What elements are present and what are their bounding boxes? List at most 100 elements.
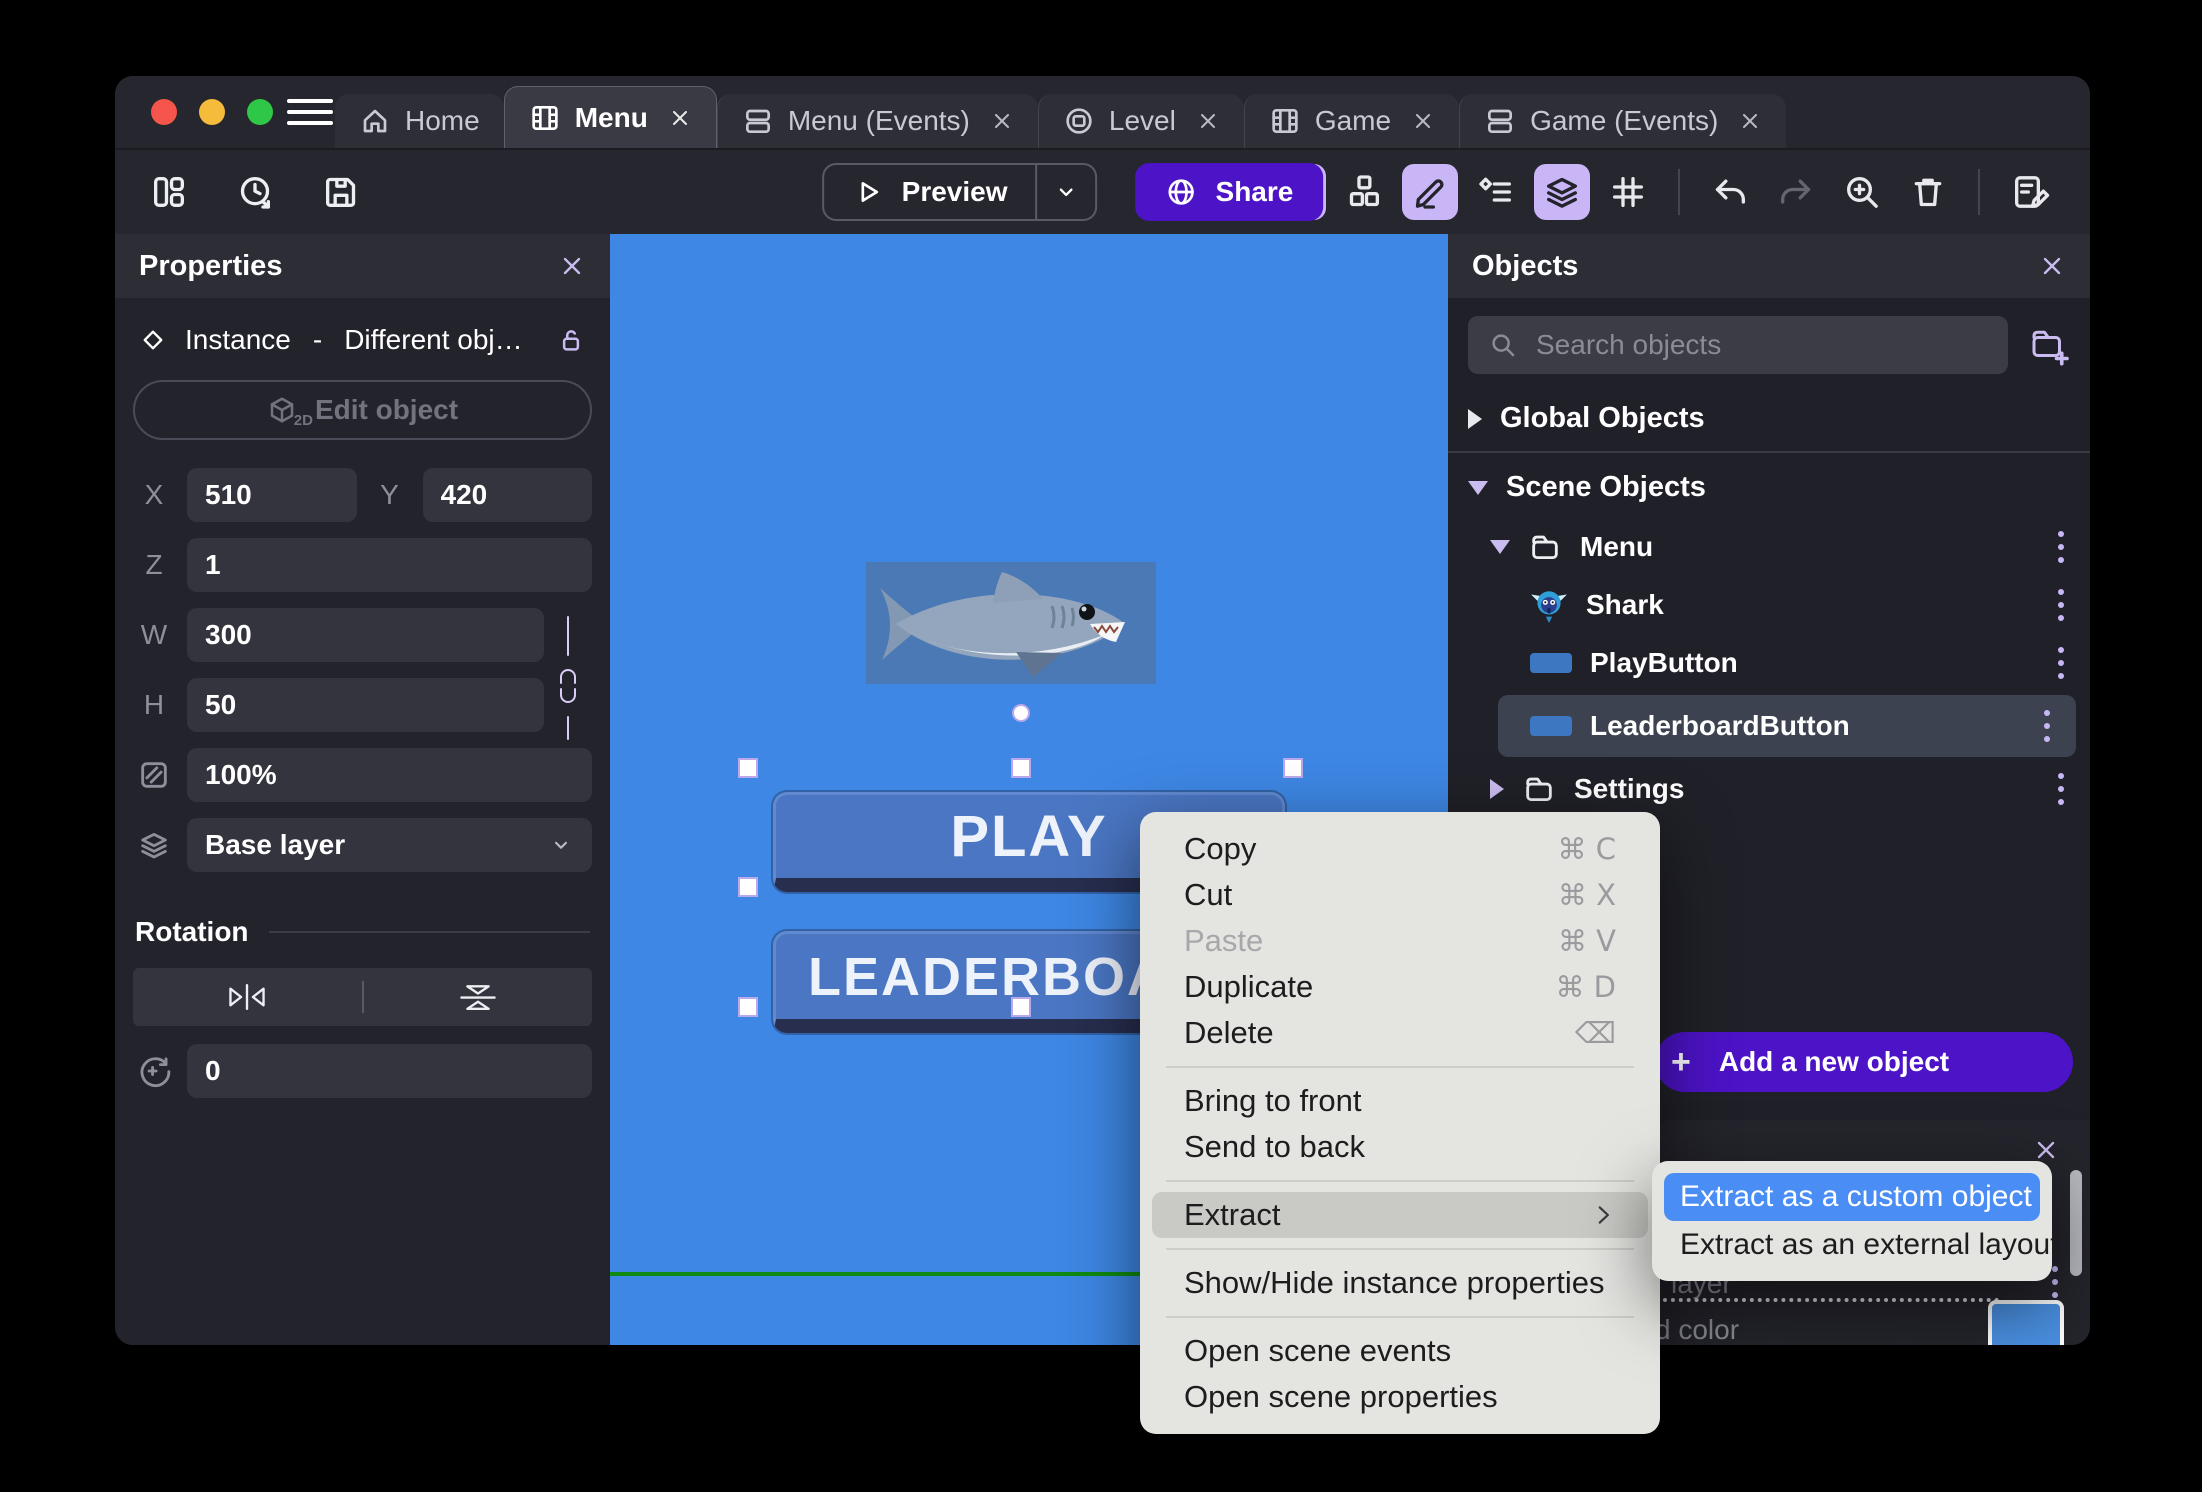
x-field[interactable] bbox=[187, 468, 357, 522]
panels-layout-button[interactable] bbox=[147, 170, 191, 214]
layers-panel-button[interactable] bbox=[1534, 164, 1590, 220]
maximize-window-button[interactable] bbox=[247, 99, 273, 125]
grid-button[interactable] bbox=[1600, 164, 1656, 220]
tab-menu-events[interactable]: Menu (Events) bbox=[716, 94, 1038, 148]
tree-folder-settings[interactable]: Settings bbox=[1448, 760, 2090, 818]
z-field[interactable] bbox=[187, 538, 592, 592]
opacity-field[interactable] bbox=[187, 748, 592, 802]
item-options-icon[interactable] bbox=[2052, 641, 2070, 685]
background-color-swatch[interactable] bbox=[1988, 1300, 2064, 1345]
y-field[interactable] bbox=[422, 468, 592, 522]
y-label: Y bbox=[380, 479, 399, 510]
instances-list-button[interactable] bbox=[1468, 164, 1524, 220]
context-menu-item-delete[interactable]: Delete ⌫ bbox=[1140, 1010, 1660, 1056]
menu-item-label: Cut bbox=[1184, 877, 1233, 912]
context-menu-item-send-to-back[interactable]: Send to back bbox=[1140, 1124, 1660, 1170]
scene-objects-section[interactable]: Scene Objects bbox=[1448, 457, 2090, 518]
tab-level[interactable]: Level bbox=[1037, 94, 1244, 148]
edit-mode-button[interactable] bbox=[1402, 164, 1458, 220]
rotation-field[interactable] bbox=[187, 1044, 592, 1098]
scene-properties-button[interactable] bbox=[2002, 164, 2058, 220]
add-new-object-button[interactable]: + Add a new object bbox=[1655, 1032, 2073, 1092]
item-options-icon[interactable] bbox=[2052, 525, 2070, 569]
item-options-icon[interactable] bbox=[2038, 704, 2056, 748]
tab-label: Menu bbox=[574, 101, 648, 133]
menu-item-label: Paste bbox=[1184, 923, 1264, 958]
close-window-button[interactable] bbox=[151, 99, 177, 125]
main-menu-icon[interactable] bbox=[287, 99, 333, 125]
context-menu-item-open-scene-properties[interactable]: Open scene properties bbox=[1140, 1374, 1660, 1420]
height-field[interactable] bbox=[187, 678, 544, 732]
layer-select[interactable]: Base layer bbox=[187, 818, 592, 872]
context-menu-item-extract[interactable]: Extract bbox=[1152, 1192, 1648, 1238]
search-objects-box[interactable] bbox=[1468, 316, 2008, 374]
tab-menu[interactable]: Menu bbox=[503, 86, 717, 148]
minimize-window-button[interactable] bbox=[199, 99, 225, 125]
submenu-item-extract-custom-object[interactable]: Extract as a custom object bbox=[1664, 1173, 2040, 1221]
edit-object-button[interactable]: 2D Edit object bbox=[133, 380, 592, 440]
properties-title: Properties bbox=[139, 249, 283, 282]
preview-options-button[interactable] bbox=[1038, 165, 1096, 219]
close-tab-icon[interactable] bbox=[1738, 109, 1762, 133]
item-options-icon[interactable] bbox=[2052, 583, 2070, 627]
share-button[interactable]: Share bbox=[1135, 163, 1324, 221]
tab-home[interactable]: Home bbox=[335, 94, 504, 148]
diamond-icon bbox=[143, 330, 163, 350]
tree-item-shark[interactable]: Shark bbox=[1448, 576, 2090, 634]
selection-handle-bottom-center[interactable] bbox=[1011, 997, 1031, 1017]
close-icon[interactable] bbox=[2032, 1136, 2060, 1164]
selection-handle-top-right[interactable] bbox=[1283, 758, 1303, 778]
flip-vertical-icon bbox=[460, 985, 496, 1010]
selection-handle-middle-left[interactable] bbox=[738, 877, 758, 897]
close-panel-icon[interactable] bbox=[558, 252, 586, 280]
play-button-label: PLAY bbox=[950, 804, 1108, 869]
context-menu-item-bring-to-front[interactable]: Bring to front bbox=[1140, 1078, 1660, 1124]
tab-game[interactable]: Game bbox=[1243, 94, 1460, 148]
save-button[interactable] bbox=[319, 170, 363, 214]
objects-list-button[interactable] bbox=[1336, 164, 1392, 220]
flip-horizontal-button[interactable] bbox=[133, 980, 362, 1014]
tree-item-playbutton[interactable]: PlayButton bbox=[1448, 634, 2090, 692]
rotation-handle[interactable] bbox=[1012, 704, 1030, 722]
global-objects-section[interactable]: Global Objects bbox=[1448, 388, 2090, 449]
close-tab-icon[interactable] bbox=[1196, 109, 1220, 133]
context-menu-item-copy[interactable]: Copy ⌘ C bbox=[1140, 826, 1660, 872]
flip-vertical-button[interactable] bbox=[364, 980, 593, 1014]
delete-button[interactable] bbox=[1900, 164, 1956, 220]
add-folder-icon[interactable] bbox=[2028, 324, 2070, 366]
close-tab-icon[interactable] bbox=[990, 109, 1014, 133]
history-button[interactable] bbox=[233, 170, 277, 214]
context-menu-item-show-hide-instance-properties[interactable]: Show/Hide instance properties bbox=[1140, 1260, 1660, 1306]
selection-handle-top-center[interactable] bbox=[1011, 758, 1031, 778]
context-menu-item-cut[interactable]: Cut ⌘ X bbox=[1140, 872, 1660, 918]
link-icon bbox=[560, 616, 576, 740]
width-field[interactable] bbox=[187, 608, 544, 662]
context-menu-item-open-scene-events[interactable]: Open scene events bbox=[1140, 1328, 1660, 1374]
tree-item-leaderboardbutton[interactable]: LeaderboardButton bbox=[1498, 695, 2076, 757]
lock-aspect-ratio-toggle[interactable] bbox=[544, 608, 592, 748]
events-icon bbox=[745, 109, 770, 133]
context-menu-item-duplicate[interactable]: Duplicate ⌘ D bbox=[1140, 964, 1660, 1010]
unlock-icon[interactable] bbox=[556, 325, 586, 355]
search-objects-input[interactable] bbox=[1536, 329, 1988, 361]
submenu-item-extract-external-layout[interactable]: Extract as an external layout bbox=[1664, 1221, 2059, 1269]
redo-button[interactable] bbox=[1768, 164, 1824, 220]
events-icon bbox=[1488, 109, 1513, 133]
zoom-button[interactable] bbox=[1834, 164, 1890, 220]
preview-button[interactable]: Preview bbox=[821, 163, 1098, 221]
undo-button[interactable] bbox=[1702, 164, 1758, 220]
objects-title: Objects bbox=[1472, 249, 1579, 282]
scrollbar-thumb[interactable] bbox=[2070, 1170, 2082, 1276]
selection-handle-bottom-left[interactable] bbox=[738, 997, 758, 1017]
selection-handle-top-left[interactable] bbox=[738, 758, 758, 778]
tab-game-events[interactable]: Game (Events) bbox=[1459, 94, 1787, 148]
item-options-icon[interactable] bbox=[2052, 767, 2070, 811]
close-panel-icon[interactable] bbox=[2038, 252, 2066, 280]
close-tab-icon[interactable] bbox=[668, 106, 692, 130]
properties-header: Properties bbox=[115, 234, 610, 298]
context-menu-item-paste[interactable]: Paste ⌘ V bbox=[1140, 918, 1660, 964]
menu-divider bbox=[1166, 1248, 1634, 1250]
shark-sprite[interactable] bbox=[866, 562, 1156, 684]
tree-folder-menu[interactable]: Menu bbox=[1448, 518, 2090, 576]
close-tab-icon[interactable] bbox=[1411, 109, 1435, 133]
